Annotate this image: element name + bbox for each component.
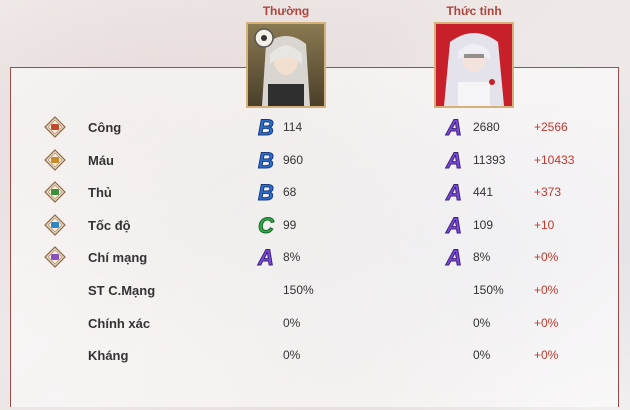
stat-value-normal: 0% xyxy=(283,348,301,363)
grade-c-icon: C xyxy=(256,212,276,238)
grade-a-icon: A xyxy=(444,147,464,173)
stat-row: Công B 114 A 2680 +2566 xyxy=(10,112,619,144)
grade-b-icon: B xyxy=(256,147,276,173)
stat-label: ST C.Mạng xyxy=(88,283,156,298)
grade-a-icon: A xyxy=(256,245,276,271)
stat-value-awakened: 441 xyxy=(473,185,494,200)
stat-value-normal: 150% xyxy=(283,283,314,297)
stat-value-normal: 99 xyxy=(283,217,297,232)
grade-b-icon: B xyxy=(256,115,276,141)
stat-bonus: +373 xyxy=(534,185,562,200)
stat-label: Công xyxy=(88,120,122,135)
grade-a-icon: A xyxy=(444,212,464,238)
stat-value-awakened: 2680 xyxy=(473,120,500,134)
column-header-awakened: Thức tỉnh xyxy=(446,4,502,18)
stat-bonus: +0% xyxy=(534,283,559,297)
attack-icon xyxy=(44,116,66,138)
svg-text:B: B xyxy=(258,180,274,204)
stat-row: ST C.Mạng 150% 150% +0% xyxy=(10,275,619,307)
svg-text:A: A xyxy=(445,148,462,172)
stat-label: Kháng xyxy=(88,348,129,364)
stat-value-normal: 114 xyxy=(283,120,303,134)
svg-text:B: B xyxy=(258,148,274,172)
stat-value-awakened: 0% xyxy=(473,348,491,363)
defense-icon xyxy=(44,181,66,204)
svg-text:A: A xyxy=(445,213,462,237)
stat-label: Thủ xyxy=(88,185,112,201)
portrait-awakened xyxy=(434,22,514,108)
svg-text:C: C xyxy=(258,213,275,237)
stat-label: Máu xyxy=(88,152,114,168)
stat-row: Thủ B 68 A 441 +373 xyxy=(10,177,619,209)
stat-bonus: +0% xyxy=(534,250,559,265)
stat-bonus: +10 xyxy=(534,217,555,232)
stat-bonus: +2566 xyxy=(534,120,568,134)
svg-text:A: A xyxy=(445,115,462,139)
svg-text:A: A xyxy=(445,245,462,269)
column-header-normal: Thường xyxy=(262,4,310,18)
speed-icon xyxy=(44,213,66,236)
stat-row: Tốc độ C 99 A 109 +10 xyxy=(10,210,619,242)
stat-row: Chính xác 0% 0% +0% xyxy=(10,308,619,340)
stat-value-awakened: 11393 xyxy=(473,152,506,167)
grade-a-icon: A xyxy=(444,115,464,141)
svg-text:A: A xyxy=(445,180,462,204)
grade-a-icon: A xyxy=(444,180,464,206)
svg-text:A: A xyxy=(257,245,274,269)
stat-value-awakened: 109 xyxy=(473,217,494,232)
stat-value-awakened: 0% xyxy=(473,315,491,330)
stat-label: Tốc độ xyxy=(88,217,131,233)
grade-a-icon: A xyxy=(444,245,464,271)
stat-value-normal: 68 xyxy=(283,185,297,200)
portrait-normal xyxy=(246,22,326,108)
stat-value-normal: 960 xyxy=(283,152,304,167)
stat-value-awakened: 150% xyxy=(473,283,504,297)
stat-value-awakened: 8% xyxy=(473,250,491,265)
svg-text:B: B xyxy=(258,115,274,139)
stat-row: Chí mạng A 8% A 8% +0% xyxy=(10,242,619,274)
crit-icon xyxy=(44,246,66,269)
stat-row: Kháng 0% 0% +0% xyxy=(10,340,619,372)
hp-icon xyxy=(44,148,66,171)
stat-row: Máu B 960 A 11393 +10433 xyxy=(10,145,619,177)
stat-label: Chính xác xyxy=(88,315,151,331)
stat-value-normal: 0% xyxy=(283,315,301,330)
stat-value-normal: 8% xyxy=(283,250,301,265)
stat-bonus: +0% xyxy=(534,315,559,330)
stat-label: Chí mạng xyxy=(88,250,148,266)
stat-bonus: +0% xyxy=(534,348,559,363)
stat-bonus: +10433 xyxy=(534,152,575,167)
grade-b-icon: B xyxy=(256,180,276,206)
